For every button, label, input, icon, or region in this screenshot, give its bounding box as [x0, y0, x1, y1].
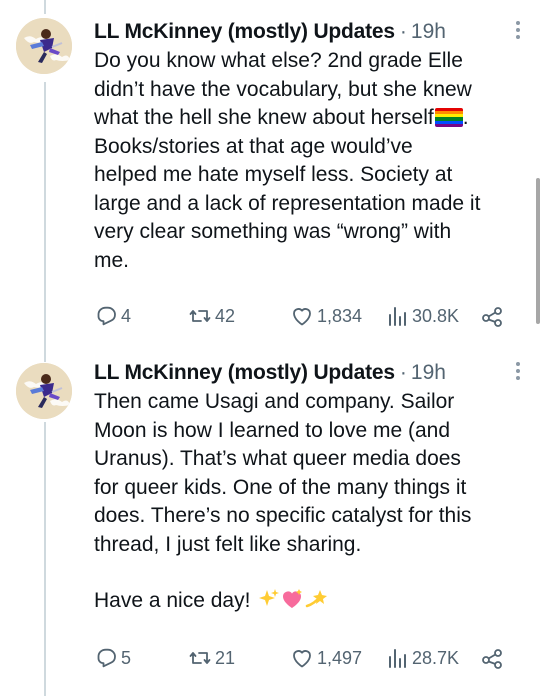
repost-button[interactable]: 42: [188, 302, 235, 330]
text-line: large and a lack of representation made …: [94, 191, 481, 215]
share-icon: [482, 649, 502, 669]
separator: ·: [399, 361, 407, 384]
repost-button[interactable]: 21: [188, 644, 235, 672]
reply-icon: [97, 648, 116, 668]
author-name[interactable]: LL McKinney (mostly) Updates: [94, 20, 395, 44]
text-line: very clear something was “wrong” with: [94, 220, 452, 243]
repost-icon: [189, 652, 211, 664]
text-line: for queer kids. One of the many things i…: [94, 475, 467, 499]
text-line: Do you know what else? 2nd grade Elle: [94, 49, 463, 72]
tweet-1[interactable]: LL McKinney (mostly) Updates · 19h Do yo…: [0, 0, 540, 345]
like-count: 1,497: [317, 648, 363, 668]
text-line: does. There’s no specific catalyst for t…: [94, 504, 472, 527]
timestamp[interactable]: 19h: [411, 361, 446, 385]
heart-icon: [293, 650, 311, 668]
repost-count: 42: [215, 306, 236, 326]
reply-icon: [97, 306, 116, 326]
more-options-icon[interactable]: [514, 21, 522, 42]
views-count: 28.7K: [412, 648, 460, 668]
text-line: thread, I just felt like sharing.: [94, 532, 362, 556]
author-name[interactable]: LL McKinney (mostly) Updates: [94, 361, 395, 385]
reply-count: 5: [121, 648, 132, 668]
text-line: Moon is how I learned to love me (and: [94, 418, 451, 442]
timestamp[interactable]: 19h: [411, 20, 446, 44]
scrollbar[interactable]: [536, 178, 540, 324]
text-line: Then came Usagi and company. Sailor: [94, 390, 455, 413]
tweet-text: Then came Usagi and company. Sailor Moon…: [94, 388, 520, 619]
avatar[interactable]: [16, 18, 72, 74]
sparkles-icon: [258, 588, 280, 619]
text-line: helped me hate myself less. Society at: [94, 163, 453, 186]
text-period: .: [462, 106, 469, 129]
repost-icon: [189, 310, 211, 322]
closing-line: Have a nice day!: [94, 589, 251, 612]
text-line: didn’t have the vocabulary, but she knew: [94, 77, 472, 101]
share-icon: [482, 307, 502, 327]
views-count: 30.8K: [412, 306, 460, 326]
text-line: Uranus). That’s what queer media does: [94, 447, 461, 470]
share-button[interactable]: [480, 302, 507, 330]
tweet-header: LL McKinney (mostly) Updates · 19h: [94, 17, 524, 47]
like-button[interactable]: 1,834: [290, 302, 362, 330]
reply-button[interactable]: 4: [94, 302, 131, 330]
dizzy-icon: [304, 588, 328, 619]
rainbow-flag-icon: [434, 108, 463, 127]
tweet-text: Do you know what else? 2nd grade Elle di…: [94, 47, 520, 275]
sparkling-heart-icon: [280, 588, 304, 619]
reply-count: 4: [121, 306, 132, 326]
more-options-icon[interactable]: [514, 362, 522, 383]
text-line: what the hell she knew about herself: [94, 106, 434, 129]
heart-icon: [293, 308, 311, 326]
like-button[interactable]: 1,497: [290, 644, 362, 672]
views-icon: [389, 307, 406, 326]
views-button[interactable]: 30.8K: [385, 302, 459, 330]
tweet-2[interactable]: LL McKinney (mostly) Updates · 19h Then …: [0, 345, 540, 696]
tweet-actions: 4 42 1,834 30.8K: [94, 302, 514, 330]
views-icon: [389, 649, 406, 668]
reply-button[interactable]: 5: [94, 644, 131, 672]
share-button[interactable]: [480, 644, 507, 672]
tweet-actions: 5 21 1,497 28.7K: [94, 644, 514, 672]
text-line: Books/stories at that age would’ve: [94, 134, 413, 158]
text-line: me.: [94, 248, 130, 272]
repost-count: 21: [215, 648, 236, 668]
views-button[interactable]: 28.7K: [385, 644, 459, 672]
avatar[interactable]: [16, 363, 72, 419]
tweet-header: LL McKinney (mostly) Updates · 19h: [94, 358, 524, 388]
separator: ·: [399, 20, 407, 43]
like-count: 1,834: [317, 306, 363, 326]
